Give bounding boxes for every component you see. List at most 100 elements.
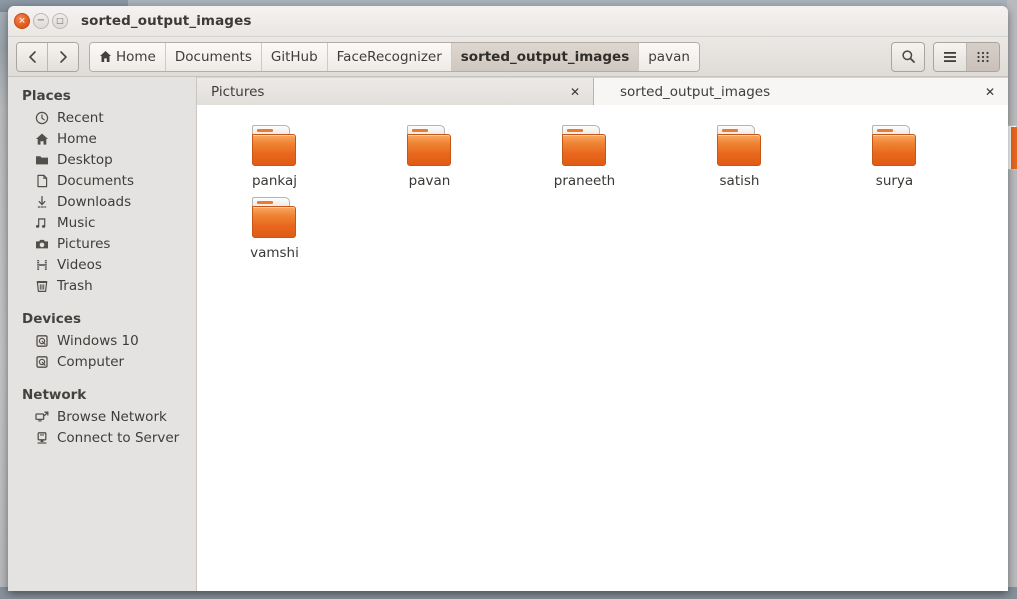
sidebar-item-computer[interactable]: Computer (8, 351, 196, 372)
back-button[interactable] (17, 42, 47, 71)
sidebar-section-places: Places (22, 88, 71, 104)
breadcrumb-label: pavan (648, 48, 690, 65)
breadcrumb-item-pavan[interactable]: pavan (639, 42, 699, 71)
tab-pictures[interactable]: Pictures ✕ (197, 78, 594, 105)
folder-icon (716, 125, 764, 167)
sidebar-item-trash[interactable]: Trash (8, 275, 196, 296)
film-icon (34, 257, 50, 273)
sidebar-item-desktop[interactable]: Desktop (8, 149, 196, 170)
drive-icon (34, 354, 50, 370)
sidebar-item-videos[interactable]: Videos (8, 254, 196, 275)
breadcrumb-item-github[interactable]: GitHub (261, 42, 328, 71)
sidebar-item-label: Home (57, 130, 97, 147)
breadcrumb-label: Documents (174, 48, 252, 65)
view-mode-group (933, 41, 1000, 72)
breadcrumb-label: GitHub (270, 48, 318, 65)
sidebar-item-browse-network[interactable]: Browse Network (8, 406, 196, 427)
camera-icon (34, 236, 50, 252)
sidebar: Places Recent Home Desktop Documents Dow… (8, 77, 197, 591)
sidebar-item-label: Videos (57, 256, 102, 273)
title-bar: × − □ sorted_output_images (8, 6, 1008, 37)
file-label: satish (719, 173, 760, 189)
sidebar-item-label: Music (57, 214, 96, 231)
folder-icon (251, 125, 299, 167)
close-icon[interactable]: ✕ (982, 84, 998, 100)
sidebar-item-label: Browse Network (57, 408, 167, 425)
navigation-button-group (16, 41, 79, 72)
file-manager-window: × − □ sorted_output_images Home Document… (8, 6, 1008, 591)
breadcrumb-item-sorted-output-images[interactable]: sorted_output_images (451, 42, 640, 71)
tab-label: sorted_output_images (620, 83, 771, 100)
sidebar-item-label: Pictures (57, 235, 111, 252)
sidebar-item-label: Computer (57, 353, 125, 370)
forward-button[interactable] (47, 42, 78, 71)
breadcrumb-label: FaceRecognizer (336, 48, 442, 65)
content-area: Pictures ✕ sorted_output_images ✕ pankaj (197, 77, 1008, 591)
sidebar-item-label: Downloads (57, 193, 132, 210)
close-icon[interactable]: ✕ (567, 84, 583, 100)
desktop-right-edge (1007, 0, 1017, 599)
home-icon (99, 50, 112, 63)
toolbar: Home Documents GitHub FaceRecognizer sor… (8, 37, 1008, 77)
folder-icon (251, 197, 299, 239)
search-button[interactable] (891, 41, 925, 72)
breadcrumb: Home Documents GitHub FaceRecognizer sor… (89, 41, 700, 72)
file-item[interactable]: praneeth (507, 117, 662, 189)
icon-view-button[interactable] (966, 42, 999, 71)
sidebar-item-label: Trash (57, 277, 93, 294)
toolbar-actions (891, 41, 1000, 72)
breadcrumb-item-home[interactable]: Home (90, 42, 166, 71)
tab-bar: Pictures ✕ sorted_output_images ✕ (197, 77, 1008, 105)
breadcrumb-label: sorted_output_images (460, 48, 630, 65)
server-icon (34, 430, 50, 446)
folder-icon (34, 152, 50, 168)
file-label: pankaj (251, 173, 297, 189)
file-item[interactable]: surya (817, 117, 972, 189)
sidebar-section-network: Network (22, 387, 87, 403)
list-icon (943, 51, 957, 63)
file-label: praneeth (553, 173, 616, 189)
folder-icon (406, 125, 454, 167)
sidebar-item-downloads[interactable]: Downloads (8, 191, 196, 212)
window-body: Places Recent Home Desktop Documents Dow… (8, 77, 1008, 591)
minimize-icon[interactable]: − (33, 13, 49, 29)
home-icon (34, 131, 50, 147)
file-grid[interactable]: pankaj pavan praneeth satish surya vamsh… (197, 105, 1008, 591)
sidebar-item-windows-10[interactable]: Windows 10 (8, 330, 196, 351)
file-item[interactable]: satish (662, 117, 817, 189)
grid-icon (976, 51, 990, 63)
sidebar-item-recent[interactable]: Recent (8, 107, 196, 128)
close-icon[interactable]: × (14, 13, 30, 29)
file-item[interactable]: pavan (352, 117, 507, 189)
sidebar-item-pictures[interactable]: Pictures (8, 233, 196, 254)
drive-icon (34, 333, 50, 349)
file-item[interactable]: vamshi (197, 189, 352, 261)
sidebar-item-documents[interactable]: Documents (8, 170, 196, 191)
trash-icon (34, 278, 50, 294)
sidebar-item-label: Documents (57, 172, 134, 189)
sidebar-section-devices: Devices (22, 311, 81, 327)
window-title: sorted_output_images (81, 13, 252, 29)
tab-label: Pictures (211, 83, 265, 100)
file-item[interactable]: pankaj (197, 117, 352, 189)
breadcrumb-label: Home (116, 48, 156, 65)
breadcrumb-item-documents[interactable]: Documents (165, 42, 262, 71)
breadcrumb-item-facerecognizer[interactable]: FaceRecognizer (327, 42, 452, 71)
download-icon (34, 194, 50, 210)
file-label: surya (875, 173, 914, 189)
list-view-button[interactable] (934, 42, 966, 71)
sidebar-item-label: Desktop (57, 151, 113, 168)
maximize-icon[interactable]: □ (52, 13, 68, 29)
clock-icon (34, 110, 50, 126)
tab-sorted-output-images[interactable]: sorted_output_images ✕ (594, 78, 1008, 105)
sidebar-item-home[interactable]: Home (8, 128, 196, 149)
sidebar-item-label: Windows 10 (57, 332, 139, 349)
music-icon (34, 215, 50, 231)
sidebar-item-connect-to-server[interactable]: Connect to Server (8, 427, 196, 448)
document-icon (34, 173, 50, 189)
network-icon (34, 409, 50, 425)
file-label: vamshi (250, 245, 299, 261)
sidebar-item-music[interactable]: Music (8, 212, 196, 233)
